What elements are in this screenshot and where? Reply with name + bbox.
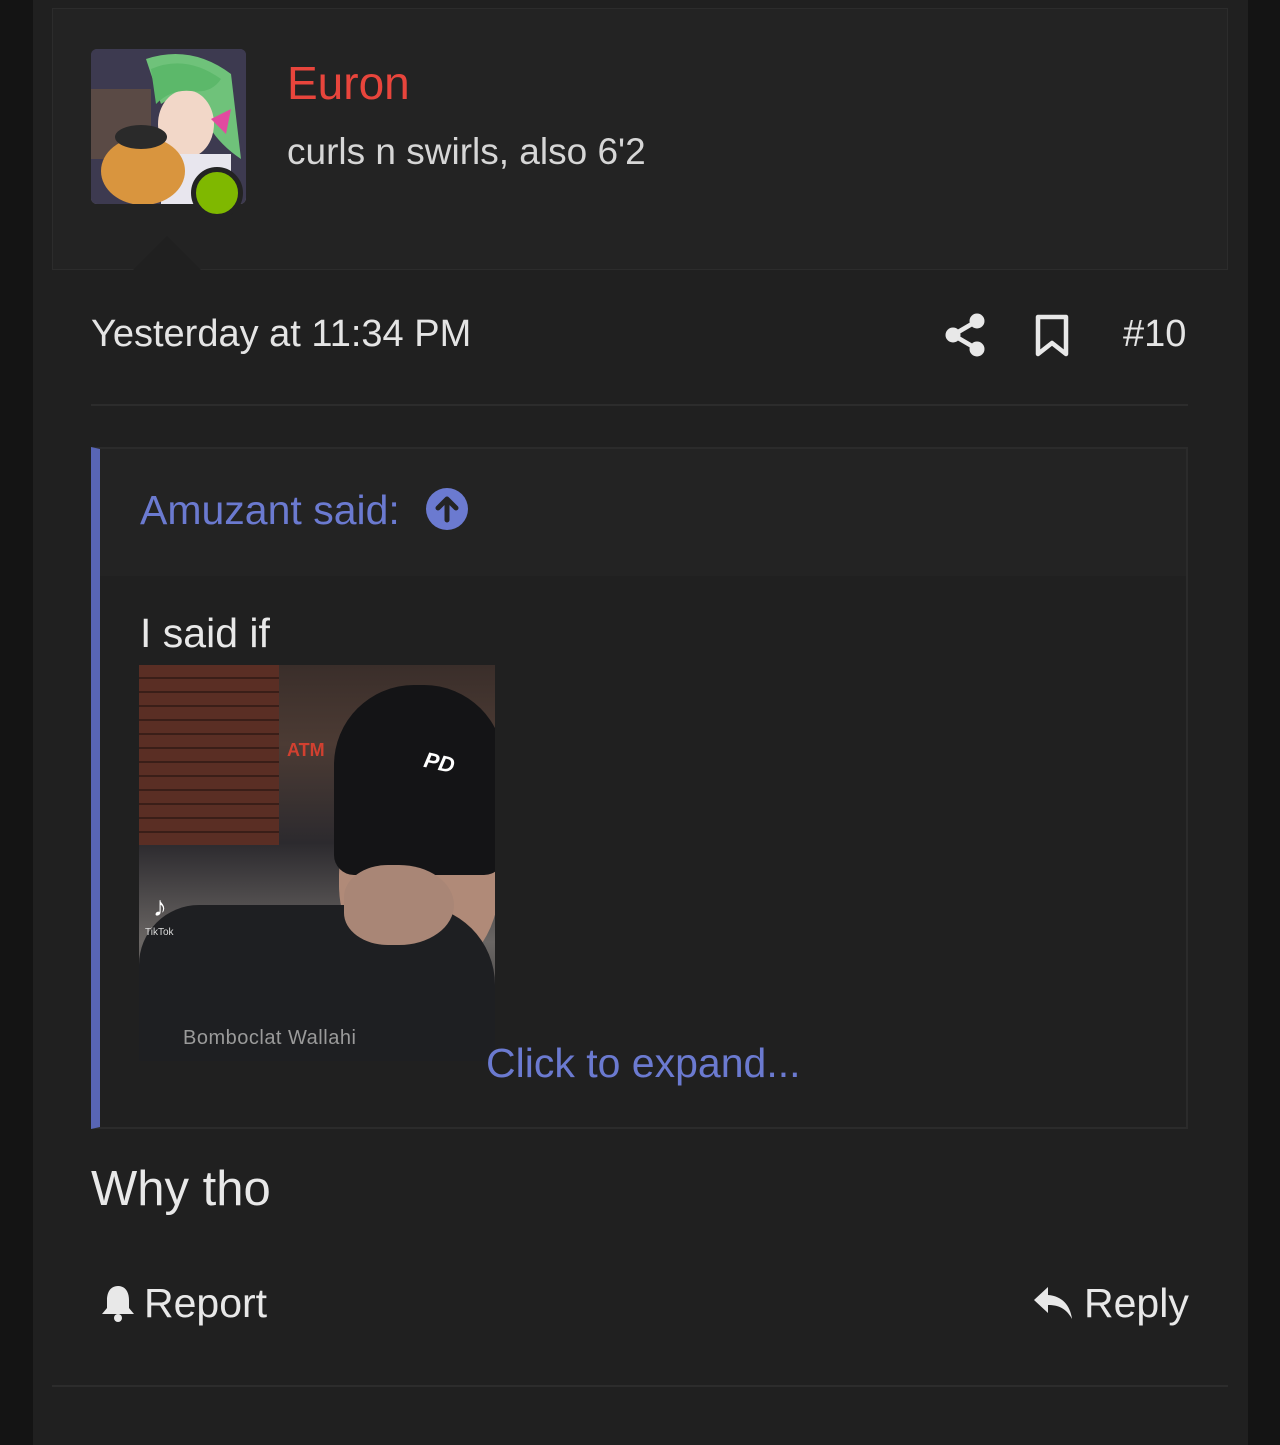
reply-label: Reply [1084,1279,1189,1326]
gif-beanie [334,685,495,875]
quoted-gif[interactable]: ATM PD ♪ TikTok Bomboclat Wallahi [139,665,495,1061]
tiktok-logo-icon: ♪ [153,891,167,922]
quote-author-link[interactable]: Amuzant said: [140,487,400,534]
post-timestamp[interactable]: Yesterday at 11:34 PM [91,313,471,356]
gif-watermark: TikTok [145,927,174,938]
reply-arrow-icon [1034,1287,1072,1319]
post-number-link[interactable]: #10 [1123,313,1186,356]
click-to-expand-link[interactable]: Click to expand... [486,1040,801,1087]
reply-button[interactable]: Reply [1032,1278,1189,1328]
user-title: curls n swirls, also 6'2 [287,131,646,172]
gif-brick-wall [139,665,279,845]
report-label: Report [144,1279,268,1326]
post-divider [91,404,1188,406]
quote-text: I said if [140,610,270,656]
bottom-divider [52,1385,1228,1387]
gif-hand [344,865,454,945]
online-status-dot [191,167,243,219]
arrow-up-circle-icon[interactable] [426,488,468,530]
bell-icon [102,1286,134,1322]
report-button[interactable]: Report [100,1278,267,1328]
header-divider [52,269,1228,270]
post-message: Why tho [91,1162,271,1216]
header-pointer [133,236,201,270]
gif-caption: Bomboclat Wallahi [183,1027,357,1049]
share-icon[interactable] [944,312,986,358]
username[interactable]: Euron [287,56,410,110]
bookmark-icon[interactable] [1034,314,1070,358]
gif-atm-sign: ATM [287,740,325,760]
